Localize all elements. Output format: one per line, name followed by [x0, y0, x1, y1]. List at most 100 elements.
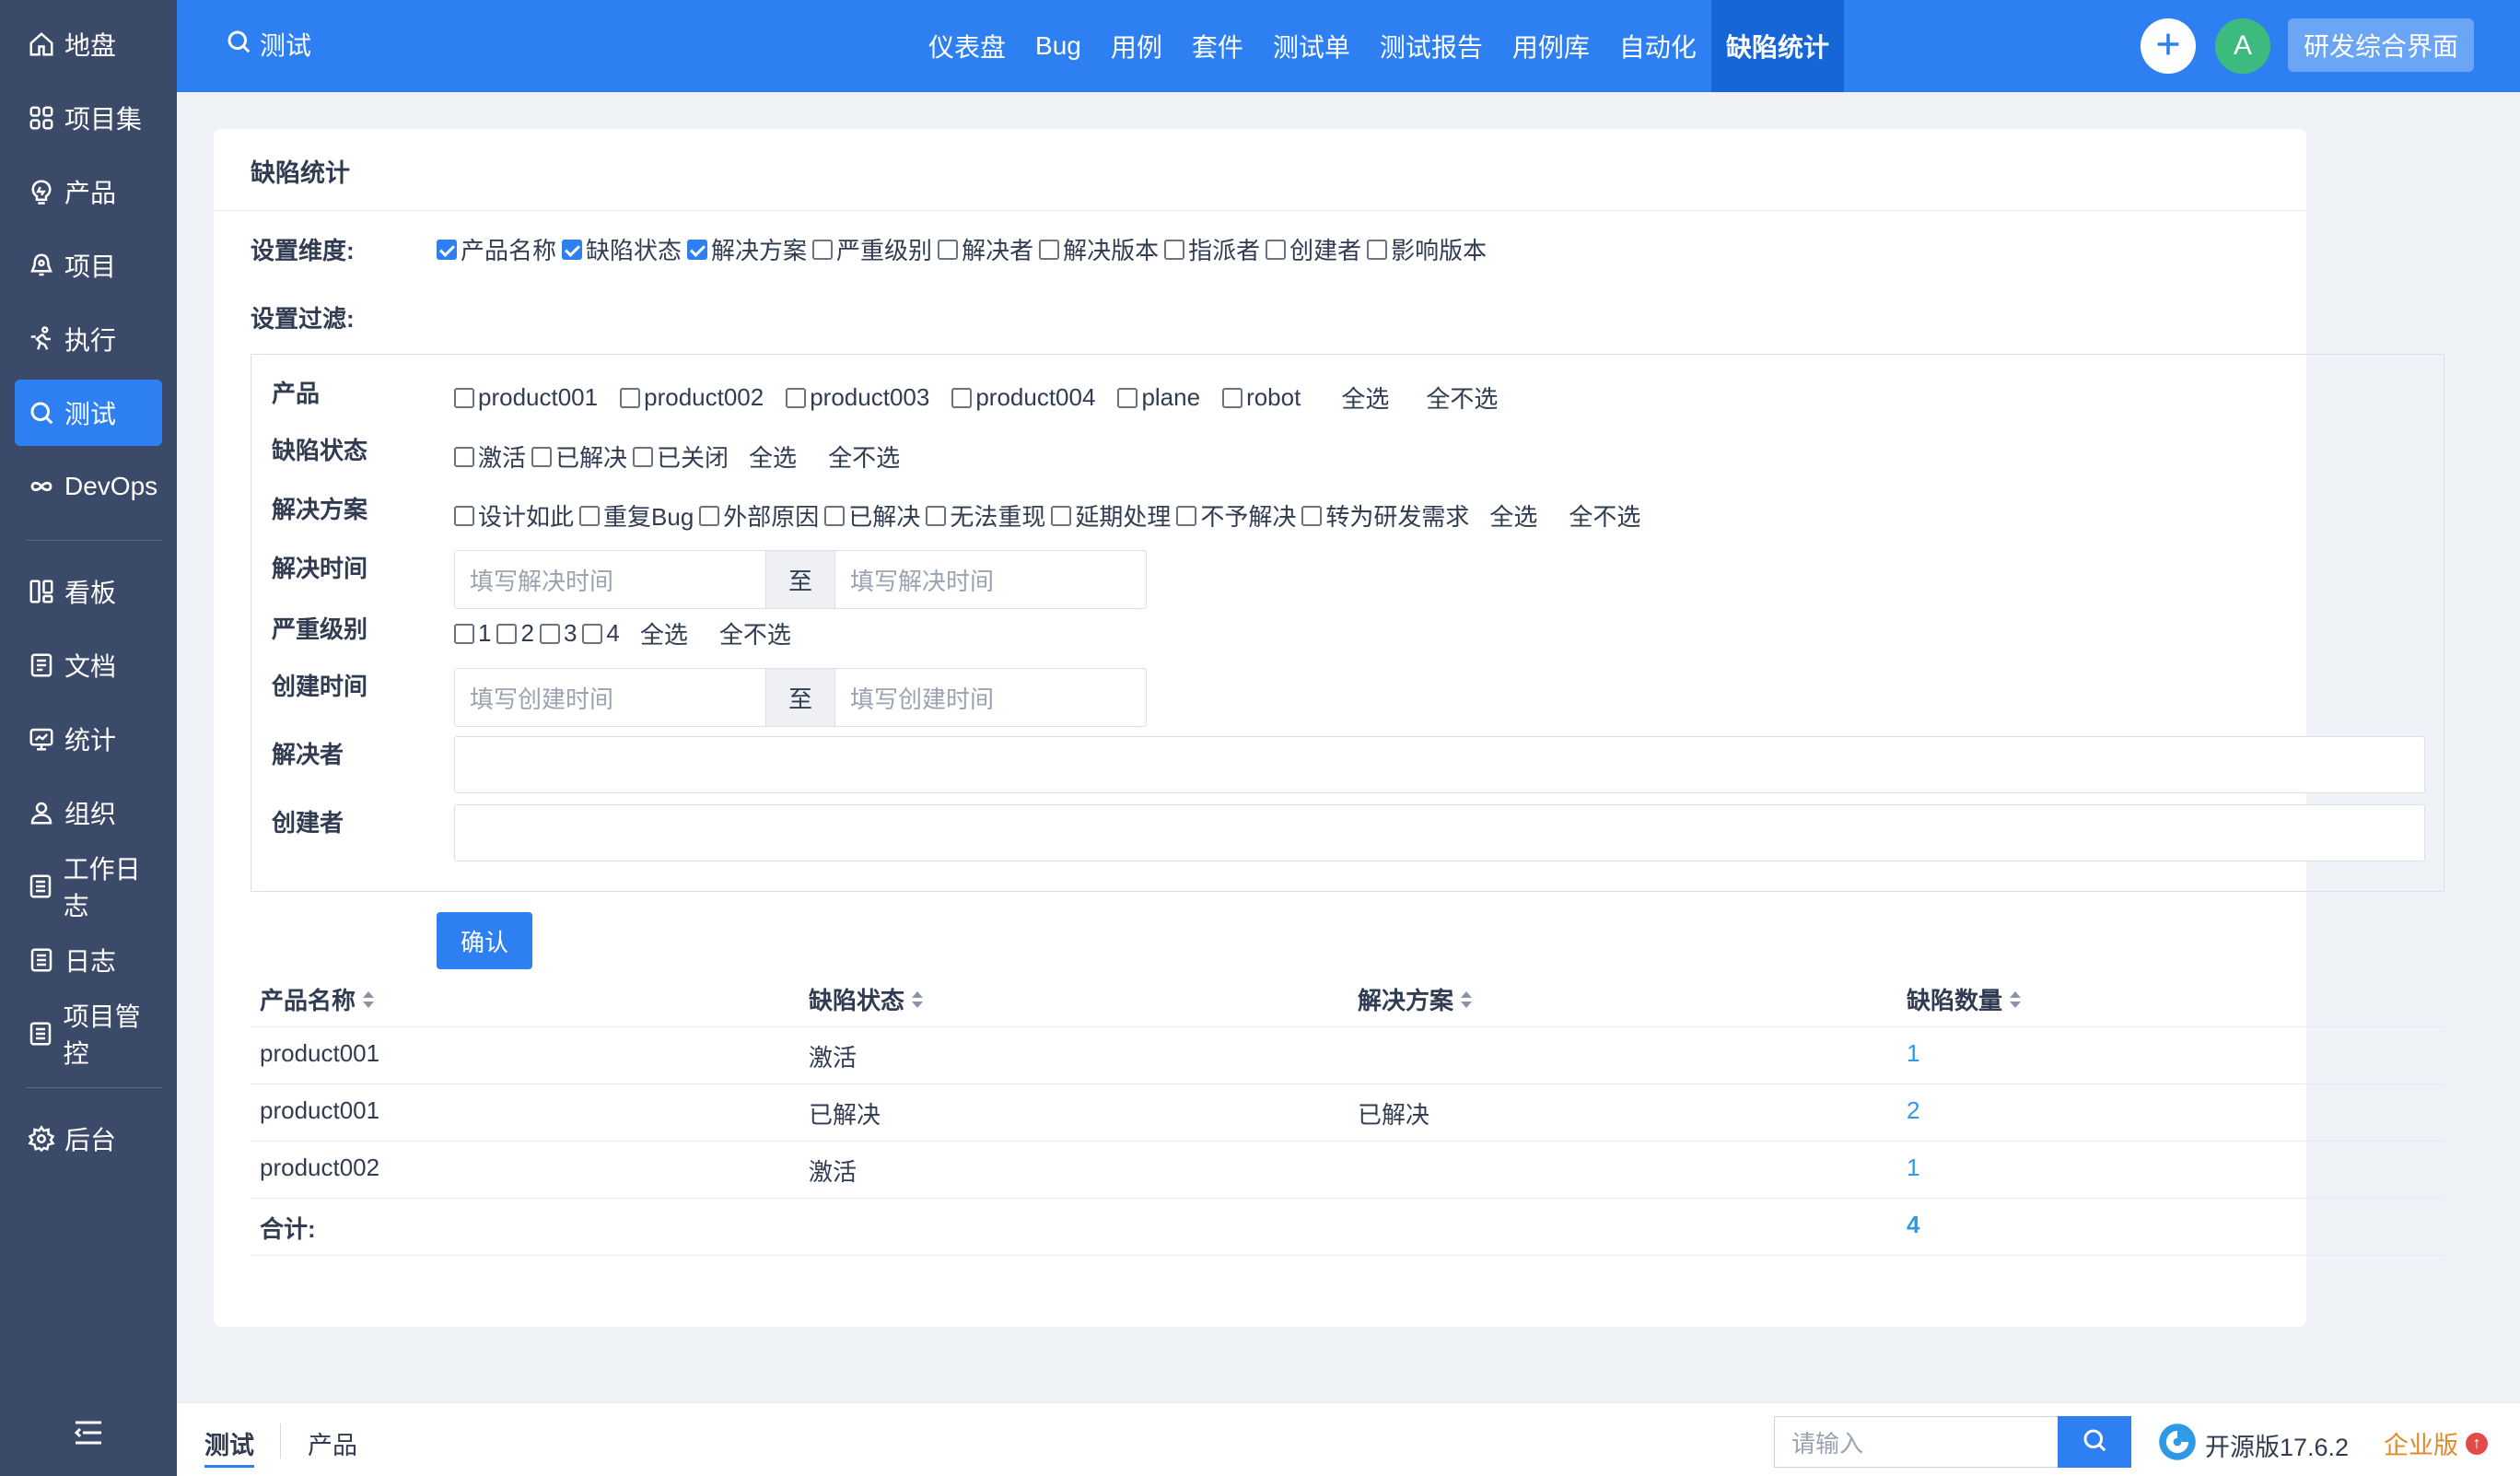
filter-product-option[interactable]: product004	[951, 383, 1095, 412]
sidebar-collapse-icon[interactable]	[72, 1419, 105, 1447]
resolution-select-all-link[interactable]: 全选	[1489, 498, 1537, 533]
creator-input[interactable]	[454, 804, 2425, 861]
filter-resolution-option[interactable]: 重复Bug	[579, 498, 694, 533]
resolved-time-start-input[interactable]: 填写解决时间	[455, 551, 765, 608]
nav-item-bug-statistics[interactable]: 缺陷统计	[1710, 0, 1844, 92]
filter-product-option[interactable]: product001	[454, 383, 598, 412]
checkbox[interactable]	[454, 623, 474, 644]
sidebar-item-stats[interactable]: 统计	[15, 706, 162, 772]
dimension-resolution-checkbox[interactable]: 解决方案	[687, 232, 807, 266]
created-time-end-input[interactable]: 填写创建时间	[835, 669, 1146, 726]
nav-item-testtask[interactable]: 测试单	[1258, 0, 1365, 92]
filter-resolution-option[interactable]: 延期处理	[1051, 498, 1171, 533]
checkbox[interactable]	[1176, 505, 1197, 526]
filter-product-option[interactable]: product003	[786, 383, 929, 412]
nav-item-dashboard[interactable]: 仪表盘	[914, 0, 1021, 92]
checkbox[interactable]	[1222, 387, 1243, 408]
checkbox[interactable]	[1164, 239, 1185, 260]
filter-severity-option[interactable]: 4	[582, 619, 620, 648]
sidebar-item-product[interactable]: 产品	[15, 158, 162, 225]
nav-item-bug[interactable]: Bug	[1021, 0, 1096, 92]
checkbox[interactable]	[620, 387, 641, 408]
checkbox[interactable]	[582, 623, 603, 644]
table-cell-count-link[interactable]: 2	[1907, 1096, 1919, 1125]
filter-product-option[interactable]: robot	[1222, 383, 1301, 412]
search-button[interactable]	[2058, 1416, 2131, 1468]
checkbox[interactable]	[496, 623, 518, 644]
checkbox[interactable]	[633, 446, 654, 467]
resolution-select-none-link[interactable]: 全不选	[1569, 498, 1640, 533]
column-header-count[interactable]: 缺陷数量	[1907, 982, 2023, 1016]
resolver-input[interactable]	[454, 736, 2425, 793]
dimension-opened-build-checkbox[interactable]: 影响版本	[1367, 232, 1487, 266]
severity-select-all-link[interactable]: 全选	[640, 616, 688, 650]
dimension-status-checkbox[interactable]: 缺陷状态	[562, 232, 682, 266]
breadcrumb-product[interactable]: 产品	[308, 1425, 357, 1461]
edition-upgrade-link[interactable]: 企业版 ↑	[2384, 1425, 2488, 1461]
checkbox[interactable]	[454, 387, 474, 408]
filter-resolution-option[interactable]: 设计如此	[454, 498, 574, 533]
column-header-resolution[interactable]: 解决方案	[1358, 982, 1474, 1016]
filter-product-option[interactable]: product002	[620, 383, 764, 412]
filter-resolution-option[interactable]: 已解决	[824, 498, 920, 533]
product-select-all-link[interactable]: 全选	[1341, 381, 1389, 415]
nav-item-caselib[interactable]: 用例库	[1498, 0, 1604, 92]
nav-item-testreport[interactable]: 测试报告	[1365, 0, 1498, 92]
checkbox[interactable]	[579, 505, 601, 526]
sidebar-item-admin[interactable]: 后台	[15, 1106, 162, 1172]
sidebar-item-log[interactable]: 日志	[15, 927, 162, 993]
checkbox[interactable]	[531, 446, 553, 467]
checkbox[interactable]	[1301, 505, 1323, 526]
filter-status-option[interactable]: 已关闭	[633, 439, 729, 474]
checkbox[interactable]	[562, 239, 583, 260]
checkbox[interactable]	[786, 387, 807, 408]
status-select-all-link[interactable]: 全选	[749, 439, 797, 474]
checkbox[interactable]	[1266, 239, 1287, 260]
product-select-none-link[interactable]: 全不选	[1426, 381, 1498, 415]
checkbox[interactable]	[938, 239, 959, 260]
sidebar-item-program[interactable]: 项目集	[15, 85, 162, 151]
table-cell-count-link[interactable]: 1	[1907, 1039, 1919, 1068]
dimension-creator-checkbox[interactable]: 创建者	[1266, 232, 1361, 266]
table-cell-count-link[interactable]: 1	[1907, 1154, 1919, 1182]
checkbox[interactable]	[1117, 387, 1138, 408]
sidebar-item-project[interactable]: 项目	[15, 232, 162, 299]
checkbox[interactable]	[1367, 239, 1388, 260]
created-time-start-input[interactable]: 填写创建时间	[455, 669, 765, 726]
sidebar-item-org[interactable]: 组织	[15, 779, 162, 846]
filter-product-option[interactable]: plane	[1117, 383, 1200, 412]
status-select-none-link[interactable]: 全不选	[828, 439, 900, 474]
severity-select-none-link[interactable]: 全不选	[719, 616, 791, 650]
filter-resolution-option[interactable]: 转为研发需求	[1301, 498, 1469, 533]
version-info[interactable]: 开源版17.6.2	[2157, 1422, 2349, 1469]
nav-item-case[interactable]: 用例	[1096, 0, 1177, 92]
avatar[interactable]: A	[2215, 18, 2270, 74]
confirm-button[interactable]: 确认	[437, 912, 532, 969]
filter-severity-option[interactable]: 3	[539, 619, 577, 648]
dimension-resolver-checkbox[interactable]: 解决者	[938, 232, 1033, 266]
checkbox[interactable]	[699, 505, 720, 526]
breadcrumb-test[interactable]: 测试	[204, 1425, 254, 1468]
nav-item-suite[interactable]: 套件	[1177, 0, 1258, 92]
filter-severity-option[interactable]: 2	[496, 619, 534, 648]
filter-resolution-option[interactable]: 无法重现	[926, 498, 1045, 533]
sidebar-item-devops[interactable]: DevOps	[15, 453, 162, 520]
dimension-severity-checkbox[interactable]: 严重级别	[812, 232, 932, 266]
checkbox[interactable]	[539, 623, 560, 644]
checkbox[interactable]	[1051, 505, 1072, 526]
filter-resolution-option[interactable]: 不予解决	[1176, 498, 1296, 533]
app-title[interactable]: 测试	[225, 26, 311, 63]
dimension-assignee-checkbox[interactable]: 指派者	[1164, 232, 1260, 266]
create-button[interactable]	[2141, 18, 2196, 74]
dimension-resolved-build-checkbox[interactable]: 解决版本	[1039, 232, 1159, 266]
checkbox[interactable]	[951, 387, 973, 408]
sidebar-item-project-control[interactable]: 项目管控	[15, 1001, 162, 1068]
total-count-link[interactable]: 4	[1907, 1211, 1919, 1239]
column-header-product[interactable]: 产品名称	[260, 982, 376, 1016]
sidebar-item-kanban[interactable]: 看板	[15, 558, 162, 625]
column-header-status[interactable]: 缺陷状态	[809, 982, 925, 1016]
switch-interface-button[interactable]: 研发综合界面	[2288, 18, 2474, 72]
filter-status-option[interactable]: 已解决	[531, 439, 627, 474]
checkbox[interactable]	[824, 505, 846, 526]
checkbox[interactable]	[812, 239, 834, 260]
